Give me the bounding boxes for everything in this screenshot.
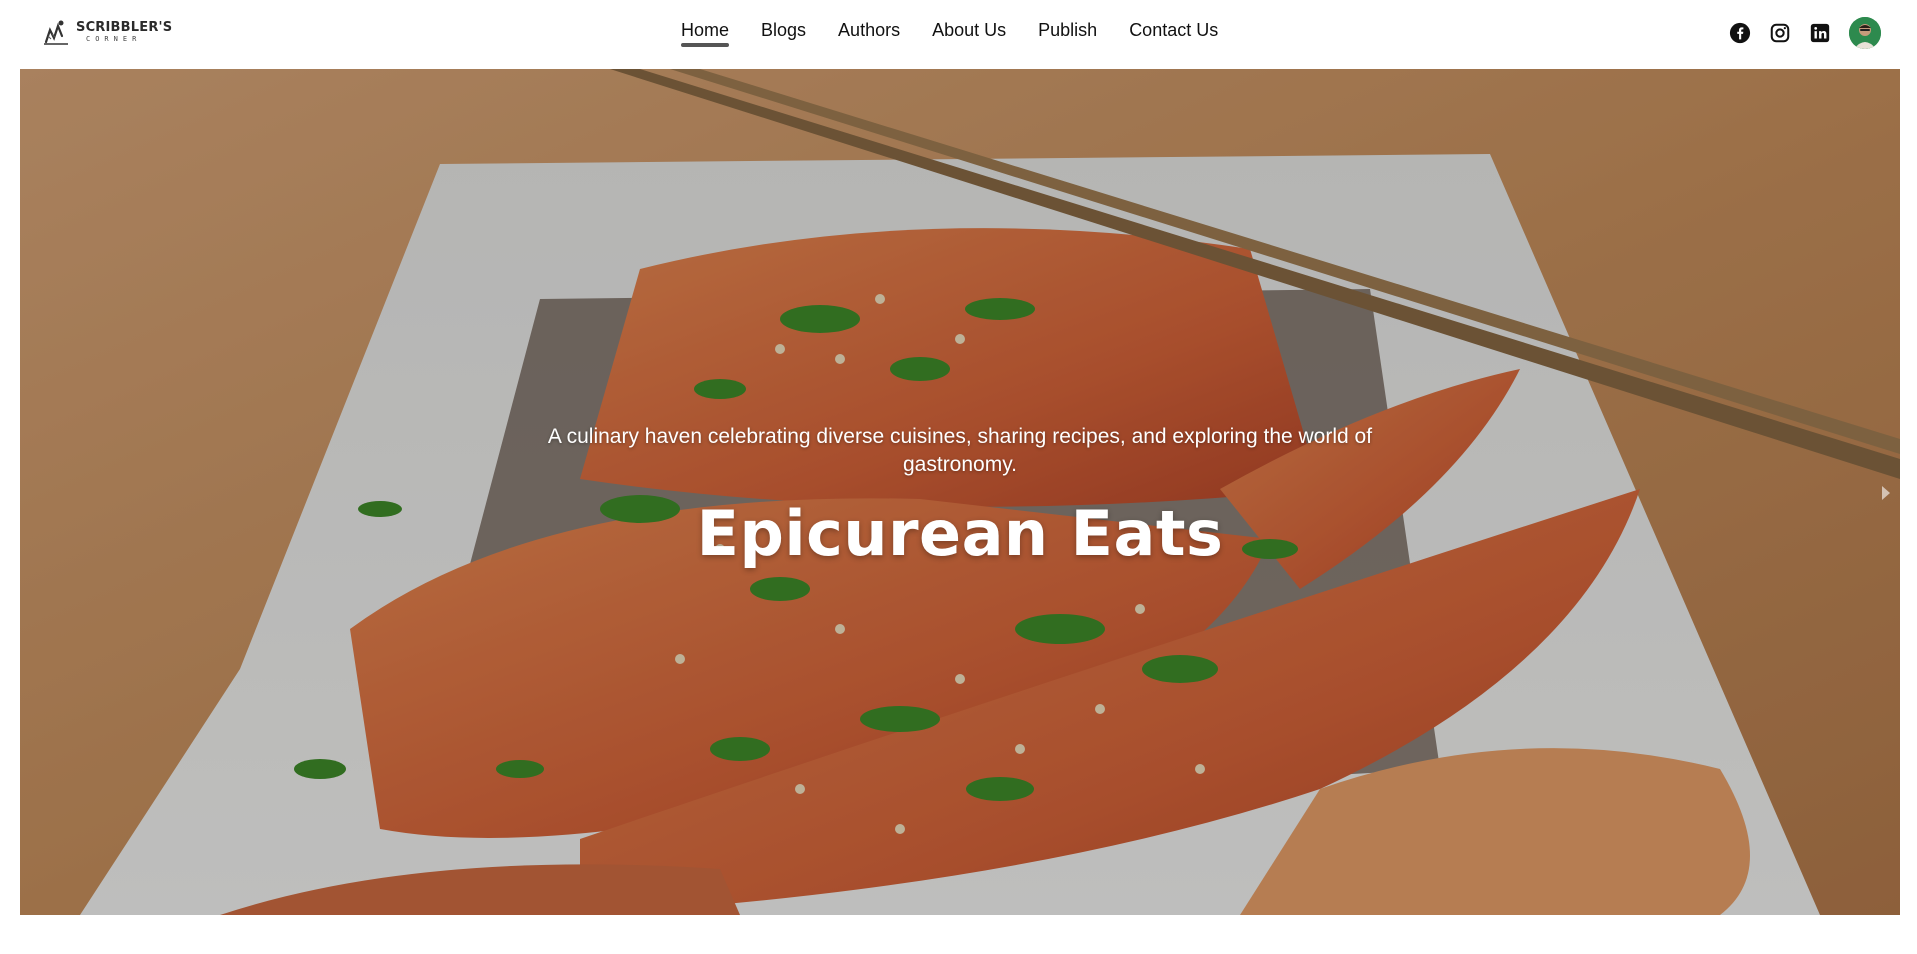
brand-subname: CORNER xyxy=(86,35,142,43)
nav-item-about-us[interactable]: About Us xyxy=(932,20,1006,47)
hero-content: A culinary haven celebrating diverse cui… xyxy=(20,423,1900,612)
hero-title: Epicurean Eats xyxy=(696,497,1224,570)
social-links xyxy=(1729,17,1881,49)
site-header: SCRIBBLER'S CORNER Home Blogs Authors Ab… xyxy=(0,0,1917,69)
hero-tagline: A culinary haven celebrating diverse cui… xyxy=(547,425,1373,476)
nav-item-blogs[interactable]: Blogs xyxy=(761,20,806,47)
instagram-icon[interactable] xyxy=(1769,22,1791,44)
brand-name: SCRIBBLER'S xyxy=(76,20,173,35)
hero-banner: A culinary haven celebrating diverse cui… xyxy=(20,69,1900,915)
user-avatar[interactable] xyxy=(1849,17,1881,49)
nav-item-publish[interactable]: Publish xyxy=(1038,20,1097,47)
nav-item-authors[interactable]: Authors xyxy=(838,20,900,47)
chevron-right-icon[interactable] xyxy=(1878,481,1894,505)
facebook-icon[interactable] xyxy=(1729,22,1751,44)
brand-logo[interactable]: SCRIBBLER'S CORNER xyxy=(40,16,172,48)
linkedin-icon[interactable] xyxy=(1809,22,1831,44)
nav-item-contact-us[interactable]: Contact Us xyxy=(1129,20,1218,47)
logo-mark-icon xyxy=(44,20,68,45)
logo-text: SCRIBBLER'S CORNER xyxy=(76,21,172,43)
nav-item-home[interactable]: Home xyxy=(681,20,730,47)
main-nav: Home Blogs Authors About Us Publish Cont… xyxy=(681,20,1218,47)
